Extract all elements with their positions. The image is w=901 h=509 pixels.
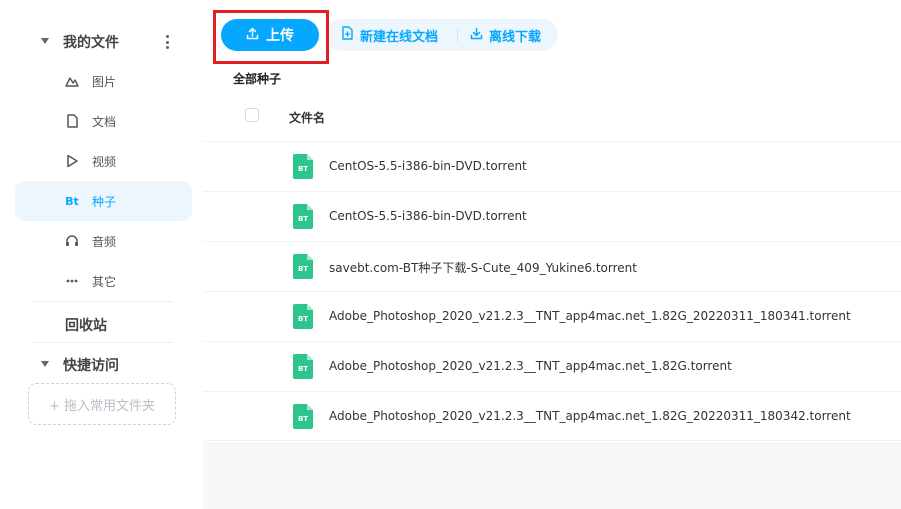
quick-access-label: 快捷访问 bbox=[63, 358, 119, 374]
bt-icon: Bt bbox=[65, 194, 79, 208]
sidebar-item-torrents[interactable]: Bt 种子 bbox=[15, 181, 192, 221]
main-empty-area bbox=[203, 442, 901, 509]
sidebar-item-images[interactable]: 图片 bbox=[15, 61, 192, 101]
mountain-icon bbox=[65, 74, 79, 88]
table-row[interactable]: BT CentOS-5.5-i386-bin-DVD.torrent bbox=[203, 141, 901, 191]
drop-favorite-folder-zone[interactable]: + 拖入常用文件夹 bbox=[28, 383, 176, 425]
torrent-file-icon: BT bbox=[293, 354, 313, 379]
sidebar-item-label: 其它 bbox=[92, 275, 117, 289]
file-name[interactable]: Adobe_Photoshop_2020_v21.2.3__TNT_app4ma… bbox=[329, 309, 851, 323]
sidebar-item-label: 图片 bbox=[92, 75, 117, 89]
table-row[interactable]: BT Adobe_Photoshop_2020_v21.2.3__TNT_app… bbox=[203, 291, 901, 341]
sidebar-item-documents[interactable]: 文档 bbox=[15, 101, 192, 141]
table-row[interactable]: BT Adobe_Photoshop_2020_v21.2.3__TNT_app… bbox=[203, 391, 901, 441]
table-row[interactable]: BT CentOS-5.5-i386-bin-DVD.torrent bbox=[203, 191, 901, 241]
document-icon bbox=[65, 114, 79, 128]
sidebar-item-videos[interactable]: 视频 bbox=[15, 141, 192, 181]
file-name[interactable]: CentOS-5.5-i386-bin-DVD.torrent bbox=[329, 209, 527, 223]
torrent-file-icon: BT bbox=[293, 154, 313, 179]
sidebar-item-audio[interactable]: 音频 bbox=[15, 221, 192, 261]
recycle-bin[interactable]: 回收站 bbox=[0, 312, 203, 336]
more-options-icon[interactable] bbox=[163, 35, 171, 49]
sidebar-divider bbox=[33, 301, 173, 302]
sidebar-item-label: 种子 bbox=[92, 195, 117, 209]
play-icon bbox=[65, 154, 79, 168]
table-row[interactable]: BT Adobe_Photoshop_2020_v21.2.3__TNT_app… bbox=[203, 341, 901, 391]
sidebar: 我的文件 图片 文档 视频 Bt 种子 音频 其它 回收站 快捷访问 + 拖入常… bbox=[0, 0, 203, 509]
column-header-filename[interactable]: 文件名 bbox=[289, 109, 325, 126]
expand-triangle-icon[interactable] bbox=[41, 38, 49, 44]
torrent-file-icon: BT bbox=[293, 304, 313, 329]
file-name[interactable]: Adobe_Photoshop_2020_v21.2.3__TNT_app4ma… bbox=[329, 359, 732, 373]
svg-text:BT: BT bbox=[298, 365, 308, 373]
more-icon bbox=[65, 274, 79, 288]
torrent-file-icon: BT bbox=[293, 204, 313, 229]
torrent-file-icon: BT bbox=[293, 254, 313, 279]
sidebar-item-label: 文档 bbox=[92, 115, 117, 129]
svg-text:BT: BT bbox=[298, 415, 308, 423]
offline-download-button[interactable]: 离线下载 bbox=[470, 19, 541, 51]
new-online-doc-label: 新建在线文档 bbox=[360, 29, 439, 45]
torrent-file-icon: BT bbox=[293, 404, 313, 429]
file-name[interactable]: CentOS-5.5-i386-bin-DVD.torrent bbox=[329, 159, 527, 173]
sidebar-divider bbox=[33, 342, 173, 343]
headphones-icon bbox=[65, 234, 79, 248]
toolbar-separator bbox=[457, 28, 458, 42]
file-name[interactable]: Adobe_Photoshop_2020_v21.2.3__TNT_app4ma… bbox=[329, 409, 851, 423]
table-row[interactable]: BT savebt.com-BT种子下载-S-Cute_409_Yukine6.… bbox=[203, 241, 901, 291]
new-online-doc-button[interactable]: 新建在线文档 bbox=[341, 19, 438, 51]
my-files-header[interactable]: 我的文件 bbox=[0, 30, 203, 54]
sidebar-item-other[interactable]: 其它 bbox=[15, 261, 192, 301]
my-files-label: 我的文件 bbox=[63, 35, 119, 51]
file-name[interactable]: savebt.com-BT种子下载-S-Cute_409_Yukine6.tor… bbox=[329, 259, 637, 276]
offline-download-label: 离线下载 bbox=[489, 29, 542, 45]
svg-text:BT: BT bbox=[298, 165, 308, 173]
svg-text:BT: BT bbox=[298, 265, 308, 273]
recycle-bin-label: 回收站 bbox=[65, 318, 107, 334]
svg-text:BT: BT bbox=[298, 215, 308, 223]
select-all-checkbox[interactable] bbox=[245, 108, 259, 122]
sidebar-item-label: 视频 bbox=[92, 155, 117, 169]
quick-access-header[interactable]: 快捷访问 bbox=[0, 352, 203, 376]
new-document-icon bbox=[341, 26, 354, 44]
expand-triangle-icon[interactable] bbox=[41, 361, 49, 367]
svg-text:BT: BT bbox=[298, 315, 308, 323]
sidebar-item-label: 音频 bbox=[92, 235, 117, 249]
highlight-annotation-box bbox=[213, 10, 329, 64]
breadcrumb[interactable]: 全部种子 bbox=[233, 70, 281, 87]
download-icon bbox=[470, 27, 483, 44]
